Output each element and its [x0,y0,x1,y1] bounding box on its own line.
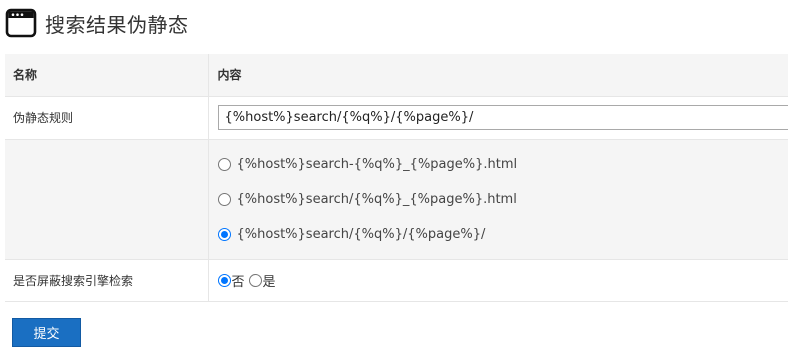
block-no-label: 否 [231,274,245,290]
browser-window-icon [5,7,37,39]
settings-table: 名称 内容 伪静态规则 {%host%}search-{%q%}_{%page%… [5,54,788,302]
column-header-name: 名称 [5,54,209,97]
rewrite-rule-input[interactable] [217,105,788,130]
preset-label-2: {%host%}search/{%q%}_{%page%}.html [236,191,517,207]
block-search-engines-label: 是否屏蔽搜索引擎检索 [13,273,134,288]
preset-label-3: {%host%}search/{%q%}/{%page%}/ [236,226,486,242]
rewrite-rule-label: 伪静态规则 [13,111,74,125]
preset-option-3[interactable]: {%host%}search/{%q%}/{%page%}/ [217,217,788,252]
submit-button[interactable]: 提交 [12,318,81,347]
rewrite-rule-row: 伪静态规则 [5,96,788,140]
page-header: 搜索结果伪静态 [5,6,189,40]
page-title: 搜索结果伪静态 [45,12,189,37]
rewrite-presets-row: {%host%}search-{%q%}_{%page%}.html {%hos… [5,139,788,260]
preset-radio-2[interactable] [217,192,231,206]
block-search-engines-row: 是否屏蔽搜索引擎检索 否 是 [5,259,788,302]
block-yes-label: 是 [262,274,276,290]
table-header-row: 名称 内容 [5,54,788,97]
block-no-radio[interactable] [217,273,231,287]
preset-option-2[interactable]: {%host%}search/{%q%}_{%page%}.html [217,182,788,217]
block-yes-radio[interactable] [248,273,262,287]
preset-radio-3[interactable] [217,227,231,241]
column-header-content: 内容 [208,54,788,97]
block-search-engines-radios: 否 是 [217,271,788,290]
preset-radio-1[interactable] [217,157,231,171]
preset-label-1: {%host%}search-{%q%}_{%page%}.html [236,156,518,172]
preset-option-1[interactable]: {%host%}search-{%q%}_{%page%}.html [217,147,788,182]
